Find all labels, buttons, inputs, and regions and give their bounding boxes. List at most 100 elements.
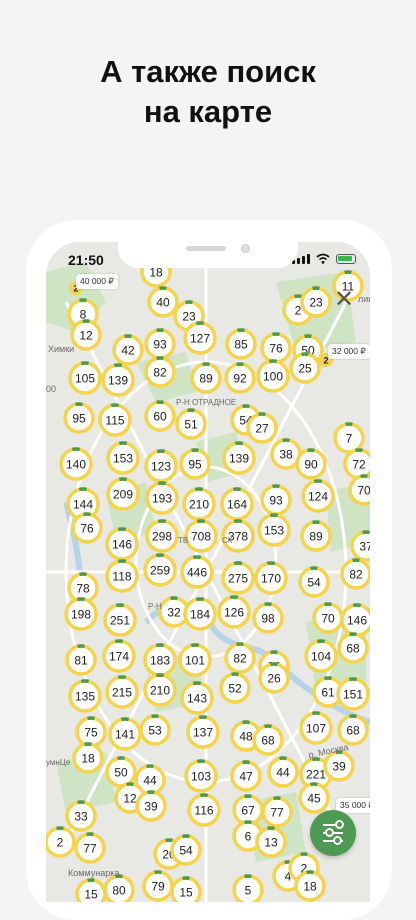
cluster-marker[interactable]: 81 [67, 646, 95, 674]
cluster-marker[interactable]: 80 [105, 876, 133, 902]
map-screen[interactable]: 1811402328231212742938576501051398289921… [46, 242, 370, 902]
cluster-marker[interactable]: 89 [302, 522, 330, 550]
cluster-marker[interactable]: 44 [269, 758, 297, 786]
cluster-marker[interactable]: 15 [77, 880, 105, 902]
cluster-marker[interactable]: 139 [224, 443, 254, 473]
cluster-marker[interactable]: 82 [146, 358, 174, 386]
cluster-marker[interactable]: 39 [137, 792, 165, 820]
cluster-marker[interactable]: 104 [306, 641, 336, 671]
cluster-marker[interactable]: 198 [66, 599, 96, 629]
cluster-marker[interactable]: 68 [339, 634, 367, 662]
cluster-marker[interactable]: 164 [222, 489, 252, 519]
price-tag[interactable]: 40 000 ₽ [76, 274, 118, 289]
cluster-marker[interactable]: 54 [300, 568, 328, 596]
cluster-marker[interactable]: 184 [185, 599, 215, 629]
cluster-marker[interactable]: 47 [232, 762, 260, 790]
cluster-marker[interactable]: 5 [234, 876, 262, 902]
price-tag[interactable]: 32 000 ₽ [328, 344, 370, 359]
close-icon[interactable]: ✕ [331, 288, 357, 314]
cluster-marker[interactable]: 259 [145, 555, 175, 585]
cluster-marker[interactable]: 146 [342, 605, 370, 635]
cluster-marker[interactable]: 67 [234, 796, 262, 824]
cluster-marker[interactable]: 72 [345, 450, 370, 478]
cluster-marker[interactable]: 170 [256, 563, 286, 593]
cluster-marker[interactable]: 126 [219, 597, 249, 627]
cluster-marker[interactable]: 77 [76, 834, 104, 862]
cluster-marker[interactable]: 75 [77, 718, 105, 746]
cluster-marker[interactable]: 40 [149, 288, 177, 316]
cluster-marker[interactable]: 95 [65, 404, 93, 432]
cluster-marker[interactable]: 37 [352, 532, 370, 560]
cluster-marker[interactable]: 52 [221, 674, 249, 702]
cluster-marker[interactable]: 82 [226, 644, 254, 672]
cluster-marker[interactable]: 18 [74, 744, 102, 772]
cluster-marker[interactable]: 93 [146, 330, 174, 358]
cluster-marker[interactable]: 51 [177, 410, 205, 438]
cluster-marker[interactable]: 60 [146, 402, 174, 430]
cluster-marker[interactable]: 53 [141, 716, 169, 744]
cluster-marker[interactable]: 210 [145, 675, 175, 705]
cluster-marker[interactable]: 23 [302, 288, 330, 316]
cluster-marker[interactable]: 98 [254, 604, 282, 632]
cluster-marker[interactable]: 146 [107, 529, 137, 559]
cluster-marker[interactable]: 70 [314, 604, 342, 632]
cluster-marker[interactable]: 151 [338, 679, 368, 709]
cluster-marker[interactable]: 209 [108, 479, 138, 509]
cluster-marker[interactable]: 140 [61, 449, 91, 479]
cluster-marker[interactable]: 70 [350, 476, 370, 504]
cluster-marker[interactable]: 79 [144, 872, 172, 900]
cluster-marker[interactable]: 141 [110, 719, 140, 749]
cluster-marker[interactable]: 27 [248, 414, 276, 442]
cluster-marker[interactable]: 77 [263, 798, 291, 826]
cluster-marker[interactable]: 82 [342, 560, 370, 588]
cluster-marker[interactable]: 13 [257, 828, 285, 856]
cluster-marker[interactable]: 215 [107, 677, 137, 707]
cluster-marker[interactable]: 18 [296, 872, 324, 900]
cluster-marker[interactable]: 135 [70, 681, 100, 711]
cluster-marker[interactable]: 33 [67, 802, 95, 830]
cluster-marker[interactable]: 85 [227, 330, 255, 358]
cluster-marker[interactable]: 251 [105, 605, 135, 635]
cluster-marker[interactable]: 153 [259, 515, 289, 545]
cluster-marker[interactable]: 68 [339, 716, 367, 744]
cluster-marker[interactable]: 153 [108, 443, 138, 473]
cluster-marker[interactable]: 103 [186, 761, 216, 791]
cluster-marker[interactable]: 42 [114, 336, 142, 364]
cluster-marker[interactable]: 275 [223, 563, 253, 593]
cluster-marker[interactable]: 116 [189, 795, 219, 825]
cluster-marker[interactable]: 39 [325, 752, 353, 780]
filter-button[interactable] [310, 810, 356, 856]
cluster-marker[interactable]: 298 [147, 521, 177, 551]
cluster-marker[interactable]: 139 [103, 365, 133, 395]
cluster-marker[interactable]: 183 [145, 645, 175, 675]
cluster-marker[interactable]: 115 [100, 405, 130, 435]
cluster-marker[interactable]: 12 [72, 321, 100, 349]
cluster-marker[interactable]: 15 [172, 878, 200, 902]
cluster-marker[interactable]: 118 [107, 561, 137, 591]
cluster-marker[interactable]: 105 [70, 363, 100, 393]
cluster-marker[interactable]: 95 [181, 450, 209, 478]
cluster-marker[interactable]: 123 [146, 451, 176, 481]
cluster-marker[interactable]: 107 [301, 713, 331, 743]
cluster-marker[interactable]: 45 [300, 784, 328, 812]
cluster-marker[interactable]: 7 [335, 424, 363, 452]
cluster-marker[interactable]: 193 [147, 483, 177, 513]
cluster-marker[interactable]: 76 [73, 514, 101, 542]
cluster-marker[interactable]: 76 [262, 334, 290, 362]
cluster-marker[interactable]: 93 [262, 486, 290, 514]
cluster-marker[interactable]: 137 [188, 717, 218, 747]
cluster-marker[interactable]: 143 [182, 683, 212, 713]
cluster-marker[interactable]: 92 [226, 364, 254, 392]
cluster-marker[interactable]: 2 [46, 828, 74, 856]
cluster-marker[interactable]: 68 [254, 726, 282, 754]
cluster-marker[interactable]: 446 [182, 557, 212, 587]
cluster-marker[interactable]: 127 [185, 323, 215, 353]
cluster-marker[interactable]: 26 [260, 664, 288, 692]
cluster-marker[interactable]: 174 [104, 641, 134, 671]
cluster-marker[interactable]: 124 [303, 481, 333, 511]
cluster-marker[interactable]: 210 [184, 489, 214, 519]
cluster-marker[interactable]: 54 [172, 836, 200, 864]
map-canvas[interactable]: 1811402328231212742938576501051398289921… [46, 242, 370, 902]
cluster-marker[interactable]: 708 [186, 521, 216, 551]
cluster-marker[interactable]: 90 [297, 450, 325, 478]
